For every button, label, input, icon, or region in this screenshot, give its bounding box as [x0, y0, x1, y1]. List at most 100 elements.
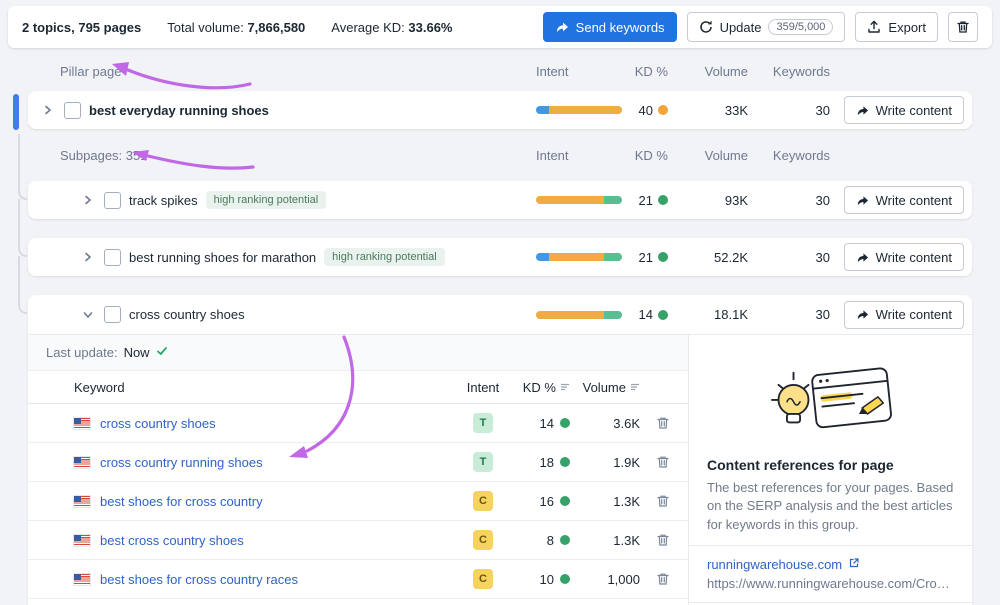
intent-distribution-bar — [536, 253, 622, 261]
write-content-label: Write content — [876, 307, 952, 322]
delete-keyword-button[interactable] — [656, 572, 670, 586]
kd-value: 8 — [547, 533, 554, 548]
keyword-cell: best shoes for cross country — [74, 494, 456, 509]
intent-badge: C — [473, 530, 493, 550]
references-illustration — [707, 351, 954, 445]
kd-difficulty-dot — [560, 574, 570, 584]
expand-chevron-right-icon[interactable] — [40, 102, 56, 118]
intent-badge: C — [473, 491, 493, 511]
keyword-strategy-page: 2 topics, 795 pages Total volume: 7,866,… — [0, 0, 1000, 605]
content-references-panel: Content references for page The best ref… — [688, 335, 972, 605]
volume-sort-header[interactable]: Volume — [570, 380, 640, 395]
total-volume-value: 7,866,580 — [247, 20, 305, 35]
write-content-button[interactable]: Write content — [844, 96, 964, 124]
kd-cell: 18 — [510, 455, 570, 470]
refresh-icon — [699, 20, 713, 34]
subpage-row-checkbox[interactable] — [104, 306, 121, 323]
ranking-potential-badge: high ranking potential — [206, 191, 327, 209]
delete-topics-button[interactable] — [948, 12, 978, 42]
reference-link-label: runningwarehouse.com — [707, 557, 842, 572]
kd-difficulty-dot — [560, 418, 570, 428]
row-actions — [640, 494, 670, 508]
action-cell: Write content — [830, 243, 964, 271]
write-content-button[interactable]: Write content — [844, 186, 964, 214]
collapse-chevron-down-icon[interactable] — [80, 307, 96, 323]
intent-cell: C — [456, 530, 510, 550]
keyword-table: Last update: Now Keyword Intent KD % Vol… — [28, 335, 688, 605]
subpage-row-checkbox[interactable] — [104, 249, 121, 266]
sort-icon — [560, 380, 570, 395]
volume-cell: 1,000 — [570, 572, 640, 587]
delete-keyword-button[interactable] — [656, 455, 670, 469]
intent-bar-cell — [536, 106, 624, 114]
topbar-actions: Send keywords Update 359/5,000 Export — [543, 12, 978, 42]
update-button[interactable]: Update 359/5,000 — [687, 12, 846, 42]
total-volume-label: Total volume: — [167, 20, 244, 35]
volume-cell: 1.9K — [570, 455, 640, 470]
subpage-topic-row[interactable]: track spikes high ranking potential 21 9… — [28, 181, 972, 219]
send-arrow-icon — [555, 20, 569, 34]
delete-keyword-button[interactable] — [656, 416, 670, 430]
keyword-link[interactable]: best shoes for cross country — [100, 494, 263, 509]
kd-cell: 21 — [624, 193, 668, 208]
subpage-topic-row-expanded[interactable]: cross country shoes 14 18.1K 30 Write co… — [28, 295, 972, 335]
delete-keyword-button[interactable] — [656, 533, 670, 547]
kd-sort-header[interactable]: KD % — [510, 380, 570, 395]
keyword-link[interactable]: cross country running shoes — [100, 455, 263, 470]
pillar-selection-indicator — [13, 94, 19, 130]
row-actions — [640, 533, 670, 547]
intent-distribution-bar — [536, 311, 622, 319]
reference-link[interactable]: runningwarehouse.com — [707, 557, 954, 572]
write-content-arrow-icon — [856, 308, 869, 321]
pillar-topic-row[interactable]: best everyday running shoes 40 33K 30 Wr… — [28, 91, 972, 129]
action-cell: Write content — [830, 301, 964, 329]
subpages-section-label: Subpages: 351 — [60, 148, 536, 163]
send-keywords-label: Send keywords — [576, 20, 665, 35]
keywords-cell: 30 — [748, 103, 830, 118]
divider — [689, 602, 972, 603]
kd-difficulty-dot — [560, 457, 570, 467]
pillar-row-checkbox[interactable] — [64, 102, 81, 119]
keyword-link[interactable]: cross country shoes — [100, 416, 216, 431]
keyword-link[interactable]: best shoes for cross country races — [100, 572, 298, 587]
expand-chevron-right-icon[interactable] — [80, 249, 96, 265]
kd-difficulty-dot — [658, 195, 668, 205]
kd-cell: 16 — [510, 494, 570, 509]
volume-column-header: Volume — [668, 64, 748, 79]
intent-column-header: Intent — [536, 148, 624, 163]
expand-chevron-right-icon[interactable] — [80, 192, 96, 208]
update-quota-badge: 359/5,000 — [768, 19, 833, 35]
reference-url: https://www.runningwarehouse.com/Cross_.… — [707, 576, 954, 591]
keyword-cell: cross country running shoes — [74, 455, 456, 470]
export-label: Export — [888, 20, 926, 35]
intent-column-header: Intent — [456, 380, 510, 395]
send-keywords-button[interactable]: Send keywords — [543, 12, 677, 42]
action-cell: Write content — [830, 186, 964, 214]
delete-keyword-button[interactable] — [656, 494, 670, 508]
average-kd-value: 33.66% — [408, 20, 452, 35]
kd-value: 40 — [639, 103, 653, 118]
intent-badge: C — [473, 569, 493, 589]
write-content-button[interactable]: Write content — [844, 243, 964, 271]
topbar: 2 topics, 795 pages Total volume: 7,866,… — [8, 6, 992, 48]
subpage-row-checkbox[interactable] — [104, 192, 121, 209]
us-flag-icon — [74, 457, 90, 468]
subpage-topic-title: cross country shoes — [129, 307, 245, 322]
write-content-label: Write content — [876, 193, 952, 208]
export-button[interactable]: Export — [855, 12, 938, 42]
volume-cell: 1.3K — [570, 494, 640, 509]
intent-distribution-bar — [536, 196, 622, 204]
divider — [689, 545, 972, 546]
volume-cell: 93K — [668, 193, 748, 208]
kd-value: 14 — [639, 307, 653, 322]
update-label: Update — [720, 20, 762, 35]
subpage-topic-row[interactable]: best running shoes for marathon high ran… — [28, 238, 972, 276]
write-content-arrow-icon — [856, 104, 869, 117]
total-volume-metric: Total volume: 7,866,580 — [167, 20, 305, 35]
keyword-row: cross country shoes T 14 3.6K — [28, 404, 688, 443]
keyword-link[interactable]: best cross country shoes — [100, 533, 244, 548]
kd-cell: 14 — [510, 416, 570, 431]
write-content-button[interactable]: Write content — [844, 301, 964, 329]
keyword-cell: cross country shoes — [74, 416, 456, 431]
intent-cell: C — [456, 569, 510, 589]
